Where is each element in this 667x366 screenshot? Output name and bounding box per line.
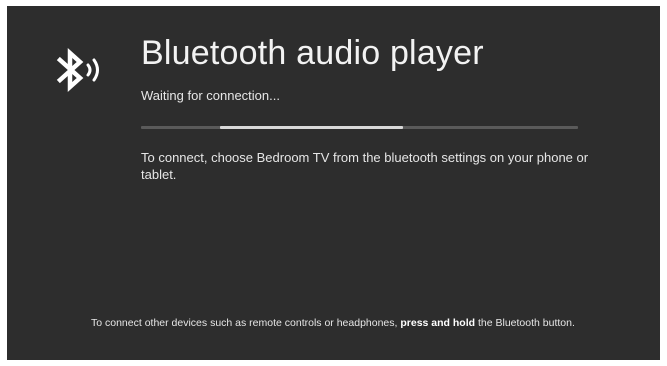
bluetooth-audio-screen: Bluetooth audio player Waiting for conne… [7, 6, 660, 360]
footer-hint: To connect other devices such as remote … [91, 317, 575, 329]
footer-text-before: To connect other devices such as remote … [91, 317, 401, 329]
progress-indicator [219, 126, 404, 129]
connection-progress-bar [141, 126, 578, 129]
footer-bold-text: press and hold [400, 317, 476, 329]
connection-status: Waiting for connection... [141, 88, 280, 103]
connection-instructions: To connect, choose Bedroom TV from the b… [141, 150, 589, 182]
page-title: Bluetooth audio player [141, 34, 484, 72]
footer-text-after: the Bluetooth button. [475, 317, 575, 329]
bluetooth-audio-icon [56, 47, 99, 93]
